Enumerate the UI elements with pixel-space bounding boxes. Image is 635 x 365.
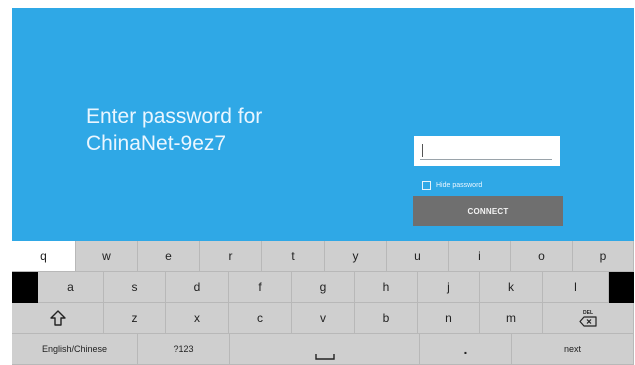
key-p[interactable]: p bbox=[573, 241, 634, 272]
key-e[interactable]: e bbox=[138, 241, 200, 272]
password-input[interactable] bbox=[414, 136, 560, 166]
key-y[interactable]: y bbox=[325, 241, 387, 272]
key-j[interactable]: j bbox=[418, 272, 480, 303]
space-bar-icon bbox=[314, 354, 335, 360]
backspace-icon bbox=[579, 315, 597, 327]
shift-key[interactable] bbox=[12, 303, 104, 334]
key-v[interactable]: v bbox=[292, 303, 355, 334]
screen: Enter password for ChinaNet-9ez7 Hide pa… bbox=[12, 8, 634, 365]
key-h[interactable]: h bbox=[355, 272, 418, 303]
period-key[interactable]: . bbox=[420, 334, 512, 365]
keyboard-row-cap-right bbox=[609, 272, 634, 303]
key-d[interactable]: d bbox=[166, 272, 229, 303]
key-x[interactable]: x bbox=[166, 303, 229, 334]
key-b[interactable]: b bbox=[355, 303, 418, 334]
key-r[interactable]: r bbox=[200, 241, 262, 272]
keyboard-row-4: English/Chinese ?123 . next bbox=[12, 334, 634, 365]
keyboard-row-2: a s d f g h j k l bbox=[12, 272, 634, 303]
prompt-line-1: Enter password for bbox=[86, 105, 263, 128]
language-switch-key[interactable]: English/Chinese bbox=[12, 334, 138, 365]
delete-key[interactable]: DEL bbox=[543, 303, 634, 334]
prompt-network-name: ChinaNet-9ez7 bbox=[86, 132, 227, 155]
key-l[interactable]: l bbox=[543, 272, 609, 303]
text-caret bbox=[422, 144, 423, 157]
wifi-password-panel: Enter password for ChinaNet-9ez7 Hide pa… bbox=[12, 8, 634, 241]
key-k[interactable]: k bbox=[480, 272, 543, 303]
key-w[interactable]: w bbox=[76, 241, 138, 272]
key-o[interactable]: o bbox=[511, 241, 573, 272]
key-s[interactable]: s bbox=[104, 272, 166, 303]
keyboard-row-3: z x c v b n m DEL bbox=[12, 303, 634, 334]
symbols-key[interactable]: ?123 bbox=[138, 334, 230, 365]
connect-button[interactable]: CONNECT bbox=[413, 196, 563, 226]
key-q[interactable]: q bbox=[12, 241, 76, 272]
shift-arrow-icon bbox=[49, 310, 66, 326]
keyboard-row-1: q w e r t y u i o p bbox=[12, 241, 634, 272]
keyboard-row-cap-left bbox=[12, 272, 38, 303]
password-prompt: Enter password for ChinaNet-9ez7 bbox=[86, 103, 386, 157]
next-key[interactable]: next bbox=[512, 334, 634, 365]
hide-password-toggle[interactable]: Hide password bbox=[422, 179, 482, 191]
key-t[interactable]: t bbox=[262, 241, 325, 272]
space-key[interactable] bbox=[230, 334, 420, 365]
key-i[interactable]: i bbox=[449, 241, 511, 272]
key-a[interactable]: a bbox=[38, 272, 104, 303]
input-underline bbox=[420, 159, 552, 160]
key-f[interactable]: f bbox=[229, 272, 292, 303]
key-z[interactable]: z bbox=[104, 303, 166, 334]
key-u[interactable]: u bbox=[387, 241, 449, 272]
key-g[interactable]: g bbox=[292, 272, 355, 303]
soft-keyboard: q w e r t y u i o p a s d f g h j k l z … bbox=[12, 241, 634, 365]
key-n[interactable]: n bbox=[418, 303, 480, 334]
key-m[interactable]: m bbox=[480, 303, 543, 334]
hide-password-checkbox[interactable] bbox=[422, 180, 431, 190]
key-c[interactable]: c bbox=[229, 303, 292, 334]
hide-password-label: Hide password bbox=[436, 181, 483, 189]
